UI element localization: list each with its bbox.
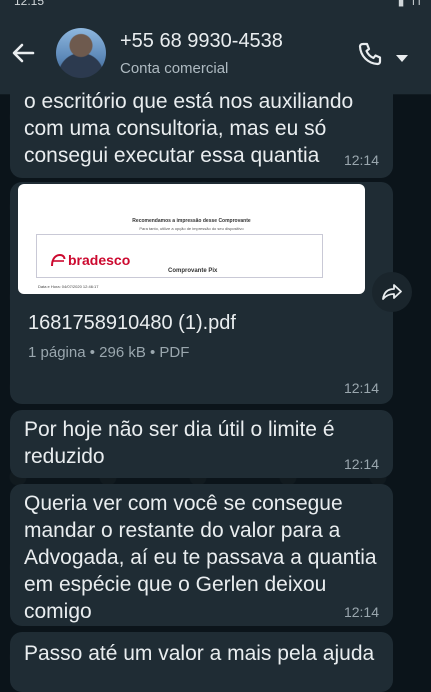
message-time: 12:14 — [343, 380, 379, 396]
message-text: o escritório que está nos auxiliando com… — [24, 90, 354, 167]
message-text: Passo até um valor a mais pela ajuda — [24, 642, 375, 665]
contact-avatar[interactable] — [56, 28, 106, 78]
message-bubble[interactable]: o escritório que está nos auxiliando com… — [10, 84, 393, 178]
preview-date: Data e Hora: 04/07/2020 12:46:17 — [38, 284, 99, 289]
message-bubble[interactable]: Queria ver com você se consegue mandar o… — [10, 484, 393, 626]
message-time: 12:14 — [343, 152, 379, 168]
preview-subheading: Para tanto, utilize a opção de impressão… — [139, 226, 244, 231]
document-preview[interactable]: Recomendamos a impressão desse Comprovan… — [18, 184, 365, 294]
chevron-down-icon[interactable] — [396, 50, 408, 62]
preview-title: Comprovante Pix — [168, 268, 218, 274]
message-time: 12:14 — [343, 604, 379, 620]
message-text: Por hoje não ser dia útil o limite é red… — [24, 418, 335, 468]
phone-icon[interactable] — [356, 40, 384, 68]
contact-name[interactable]: +55 68 9930-4538 — [120, 30, 283, 53]
preview-brand: bradesco — [68, 252, 131, 268]
message-text: Queria ver com você se consegue mandar o… — [24, 492, 377, 623]
file-meta: 1 página • 296 kB • PDF — [28, 344, 190, 361]
chat-header: +55 68 9930-4538 Conta comercial — [0, 12, 431, 95]
document-message[interactable]: Recomendamos a impressão desse Comprovan… — [10, 182, 393, 404]
message-bubble[interactable]: Por hoje não ser dia útil o limite é red… — [10, 410, 393, 478]
status-icons: ▮ ⊓ — [397, 0, 423, 8]
preview-heading: Recomendamos a impressão desse Comprovan… — [132, 218, 251, 224]
forward-button[interactable] — [372, 272, 412, 312]
back-arrow-icon[interactable] — [8, 38, 38, 68]
status-bar: 12:15 ▮ ⊓ — [0, 0, 431, 12]
message-time: 12:14 — [343, 456, 379, 472]
contact-subtitle: Conta comercial — [120, 60, 229, 77]
status-time: 12:15 — [14, 0, 45, 8]
bradesco-logo-icon — [50, 252, 66, 268]
forward-icon — [382, 284, 402, 300]
message-bubble[interactable]: Passo até um valor a mais pela ajuda — [10, 632, 393, 692]
file-name[interactable]: 1681758910480 (1).pdf — [28, 312, 236, 335]
